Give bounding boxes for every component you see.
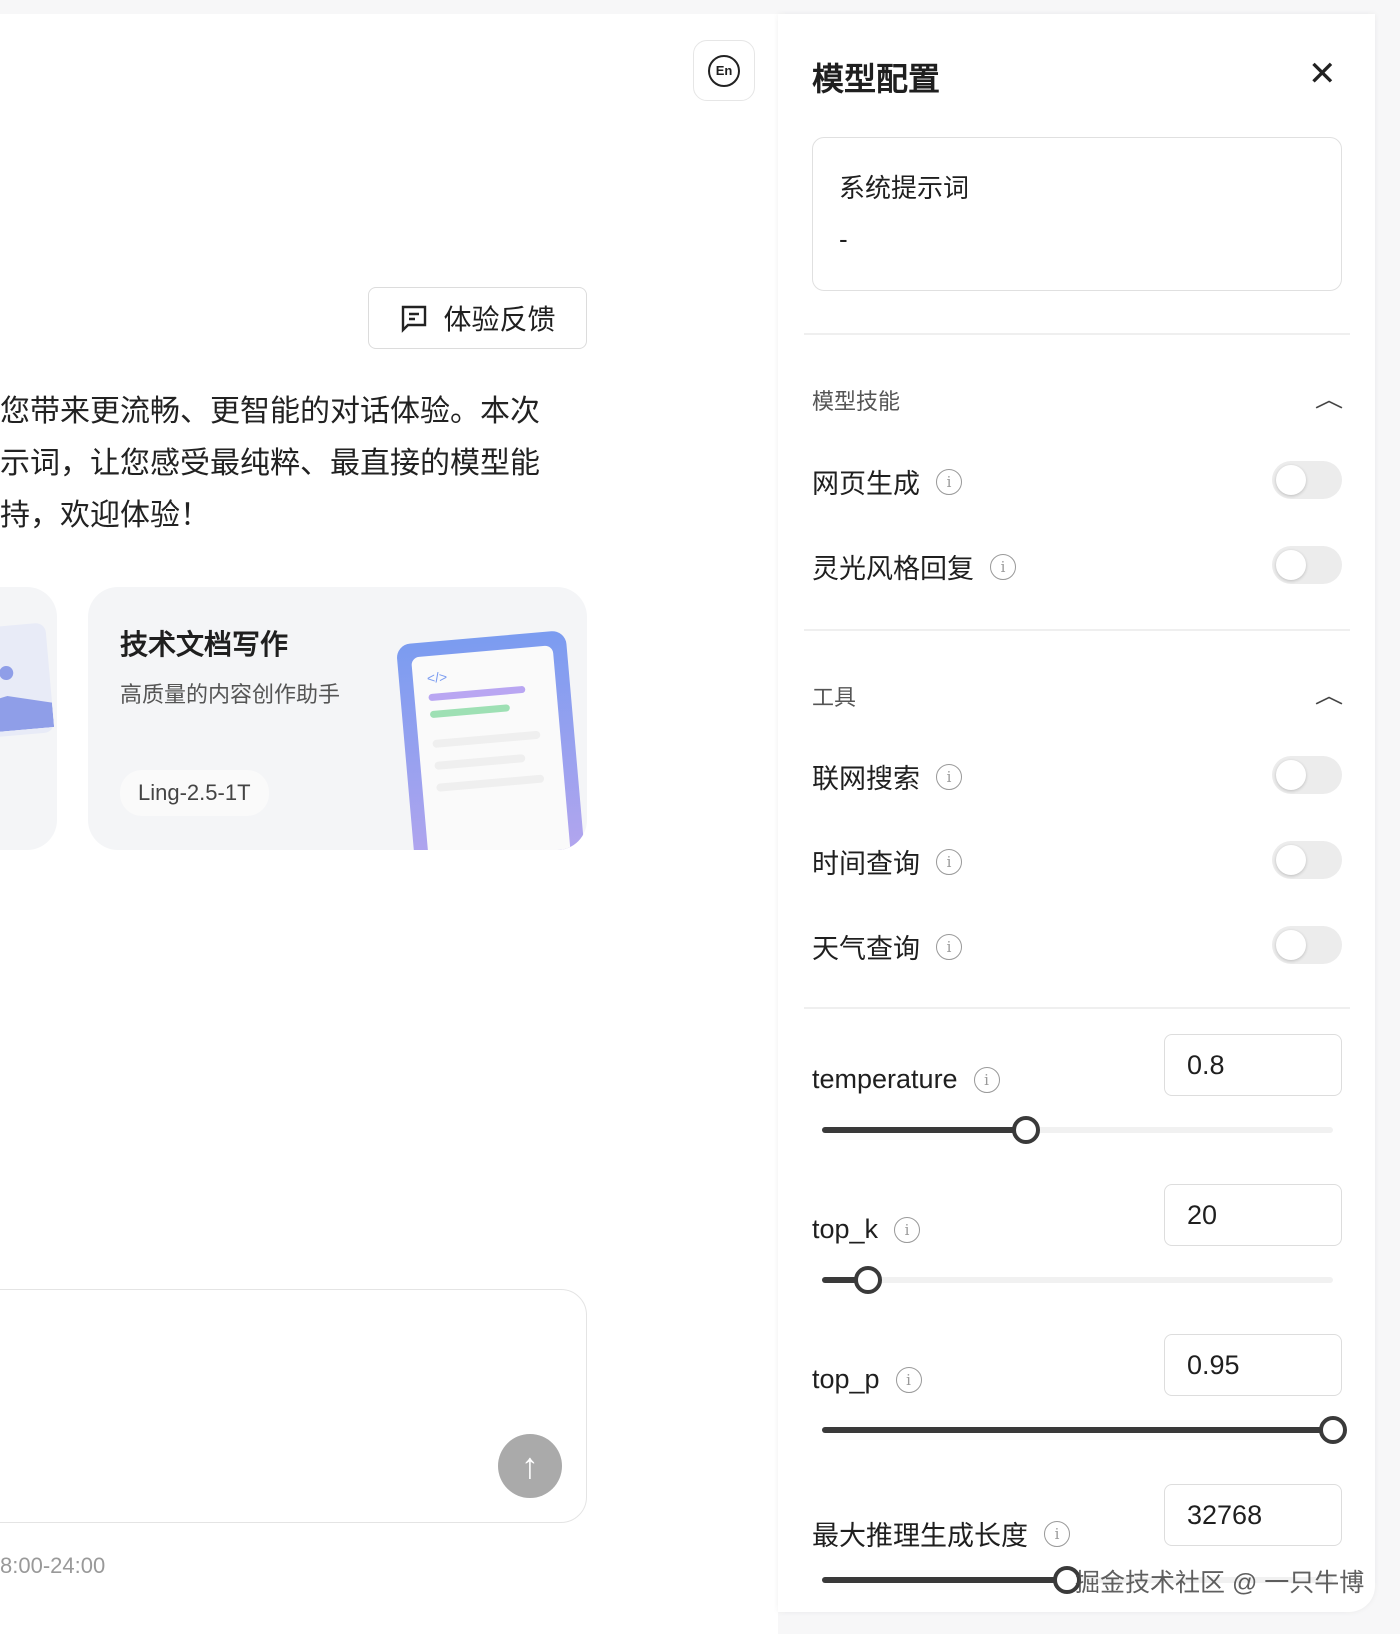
close-icon[interactable]: ✕ xyxy=(1308,54,1337,94)
info-icon[interactable]: i xyxy=(936,848,962,875)
document-illustration: </> xyxy=(395,630,587,850)
param-row: 最大推理生成长度 i xyxy=(812,1514,1070,1553)
model-config-panel: 模型配置 ✕ 系统提示词 - 模型技能 ︿ 网页生成 i 灵光风格回复 i 工具 ︿… xyxy=(778,14,1375,1612)
chat-input[interactable] xyxy=(0,1289,587,1523)
skill-row: 网页生成 i xyxy=(812,462,962,501)
slider-fill xyxy=(822,1577,1068,1583)
param-row: top_p i xyxy=(812,1364,922,1395)
feedback-button[interactable]: 体验反馈 xyxy=(368,287,587,349)
skill-label: 网页生成 xyxy=(812,469,920,499)
welcome-line: 持，欢迎体验！ xyxy=(0,499,210,532)
send-button[interactable]: ↑ xyxy=(498,1434,562,1498)
welcome-line: 示词，让您感受最纯粹、最直接的模型能 xyxy=(0,447,540,480)
info-icon[interactable]: i xyxy=(895,1366,922,1393)
divider xyxy=(804,333,1350,335)
divider xyxy=(804,1007,1350,1009)
chevron-up-icon[interactable]: ︿ xyxy=(1315,678,1344,710)
param-row: top_k i xyxy=(812,1214,921,1245)
toggle-style-reply[interactable] xyxy=(1272,546,1342,584)
tool-label: 时间查询 xyxy=(812,849,920,879)
tool-label: 天气查询 xyxy=(812,934,920,964)
prompt-card[interactable]: 技术文档写作 高质量的内容创作助手 Ling-2.5-1T </> xyxy=(88,587,587,850)
info-icon[interactable]: i xyxy=(1044,1520,1070,1547)
param-slider[interactable] xyxy=(822,1416,1347,1444)
tool-row: 天气查询 i xyxy=(812,927,962,966)
skills-section-title: 模型技能 xyxy=(812,389,901,414)
tool-row: 联网搜索 i xyxy=(812,757,962,796)
param-label: temperature xyxy=(812,1064,958,1094)
system-prompt-box[interactable]: 系统提示词 - xyxy=(812,137,1342,291)
param-slider[interactable] xyxy=(822,1266,1333,1294)
feedback-icon xyxy=(402,305,427,333)
code-icon: </> xyxy=(426,668,448,687)
watermark: 掘金技术社区 @ 一只牛博 xyxy=(1075,1569,1365,1597)
param-label: 最大推理生成长度 xyxy=(812,1521,1028,1551)
toggle-time-query[interactable] xyxy=(1272,841,1342,879)
feedback-label: 体验反馈 xyxy=(443,304,556,335)
chevron-up-icon[interactable]: ︿ xyxy=(1315,382,1344,414)
param-row: temperature i xyxy=(812,1064,1000,1095)
param-value-input[interactable]: 0.8 xyxy=(1164,1034,1342,1096)
toggle-web-search[interactable] xyxy=(1272,756,1342,794)
service-hours: 8:00-24:00 xyxy=(0,1553,106,1578)
slider-thumb[interactable] xyxy=(1012,1116,1041,1144)
divider xyxy=(804,629,1350,631)
prompt-card-partial[interactable] xyxy=(0,587,57,850)
skill-row: 灵光风格回复 i xyxy=(812,547,1016,586)
info-icon[interactable]: i xyxy=(936,933,962,960)
param-label: top_k xyxy=(812,1214,879,1244)
welcome-text: 您带来更流畅、更智能的对话体验。本次 示词，让您感受最纯粹、最直接的模型能 持，… xyxy=(0,386,540,542)
info-icon[interactable]: i xyxy=(936,763,962,790)
language-toggle-button[interactable]: En xyxy=(693,40,755,101)
slider-fill xyxy=(822,1127,1027,1133)
param-value-input[interactable]: 32768 xyxy=(1164,1484,1342,1546)
info-icon[interactable]: i xyxy=(973,1066,1000,1093)
arrow-up-icon: ↑ xyxy=(521,1445,539,1486)
model-tag: Ling-2.5-1T xyxy=(120,770,269,816)
tools-section-title: 工具 xyxy=(812,685,857,710)
slider-thumb[interactable] xyxy=(853,1266,882,1294)
language-icon: En xyxy=(708,54,740,87)
welcome-line: 您带来更流畅、更智能的对话体验。本次 xyxy=(0,395,540,428)
slider-fill xyxy=(822,1427,1333,1433)
tool-row: 时间查询 i xyxy=(812,842,962,881)
info-icon[interactable]: i xyxy=(894,1216,921,1243)
param-slider[interactable] xyxy=(822,1116,1333,1144)
param-value-input[interactable]: 20 xyxy=(1164,1184,1342,1246)
system-prompt-value: - xyxy=(839,224,848,254)
skill-label: 灵光风格回复 xyxy=(812,554,974,584)
toggle-web-generation[interactable] xyxy=(1272,461,1342,499)
system-prompt-label: 系统提示词 xyxy=(839,173,970,203)
param-value-input[interactable]: 0.95 xyxy=(1164,1334,1342,1396)
info-icon[interactable]: i xyxy=(990,553,1016,580)
image-illustration xyxy=(0,622,55,742)
card-subtitle: 高质量的内容创作助手 xyxy=(120,682,341,707)
panel-title: 模型配置 xyxy=(812,61,941,97)
tool-label: 联网搜索 xyxy=(812,764,920,794)
param-label: top_p xyxy=(812,1364,880,1394)
info-icon[interactable]: i xyxy=(936,468,962,495)
chat-area: En 体验反馈 您带来更流畅、更智能的对话体验。本次 示词，让您感受最纯粹、最直… xyxy=(0,14,778,1634)
toggle-weather-query[interactable] xyxy=(1272,926,1342,964)
card-title: 技术文档写作 xyxy=(120,629,289,660)
slider-thumb[interactable] xyxy=(1319,1416,1347,1444)
